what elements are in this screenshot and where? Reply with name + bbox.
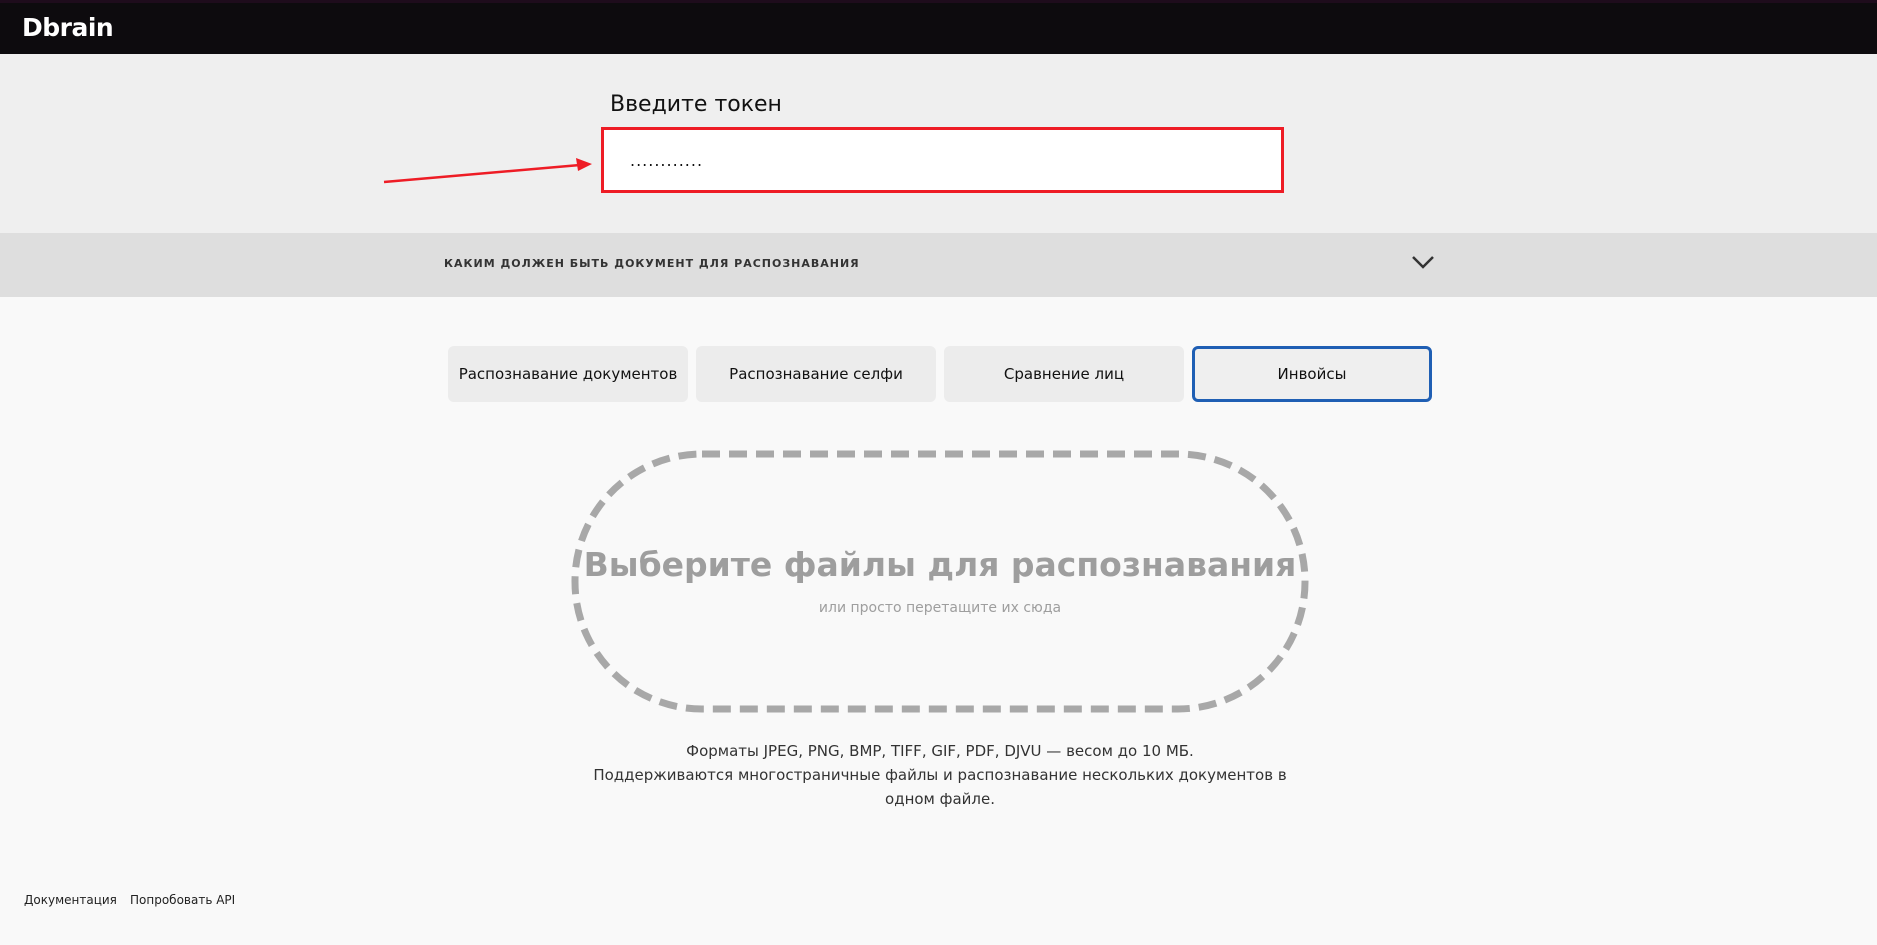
file-dropzone[interactable]: Выберите файлы для распознавания или про… <box>570 449 1310 714</box>
footer-try-api-link[interactable]: Попробовать API <box>130 893 235 907</box>
logo[interactable]: Dbrain <box>22 13 114 42</box>
formats-line: Форматы JPEG, PNG, BMP, TIFF, GIF, PDF, … <box>686 742 1194 760</box>
tab-invoices[interactable]: Инвойсы <box>1192 346 1432 402</box>
footer-docs-link[interactable]: Документация <box>24 893 117 907</box>
token-highlight-frame <box>601 127 1284 193</box>
annotation-arrow-icon <box>383 158 592 184</box>
multipage-line: Поддерживаются многостраничные файлы и р… <box>593 766 1287 808</box>
document-requirements-accordion[interactable]: КАКИМ ДОЛЖЕН БЫТЬ ДОКУМЕНТ ДЛЯ РАСПОЗНАВ… <box>0 233 1877 297</box>
chevron-down-icon <box>1412 256 1434 269</box>
token-label: Введите токен <box>610 92 782 117</box>
tab-face-comparison[interactable]: Сравнение лиц <box>944 346 1184 402</box>
accordion-label: КАКИМ ДОЛЖЕН БЫТЬ ДОКУМЕНТ ДЛЯ РАСПОЗНАВ… <box>444 257 860 270</box>
token-section: Введите токен <box>0 54 1877 233</box>
formats-info: Форматы JPEG, PNG, BMP, TIFF, GIF, PDF, … <box>580 739 1300 811</box>
token-input[interactable] <box>612 134 1272 186</box>
mode-tabs: Распознавание документов Распознавание с… <box>448 346 1432 402</box>
page: Dbrain Введите токен КАКИМ ДОЛЖЕН БЫТЬ Д… <box>0 0 1877 945</box>
tab-document-recognition[interactable]: Распознавание документов <box>448 346 688 402</box>
dropzone-title: Выберите файлы для распознавания <box>583 545 1297 584</box>
tab-selfie-recognition[interactable]: Распознавание селфи <box>696 346 936 402</box>
dropzone-subtitle: или просто перетащите их сюда <box>818 600 1062 616</box>
top-bar: Dbrain <box>0 0 1877 54</box>
